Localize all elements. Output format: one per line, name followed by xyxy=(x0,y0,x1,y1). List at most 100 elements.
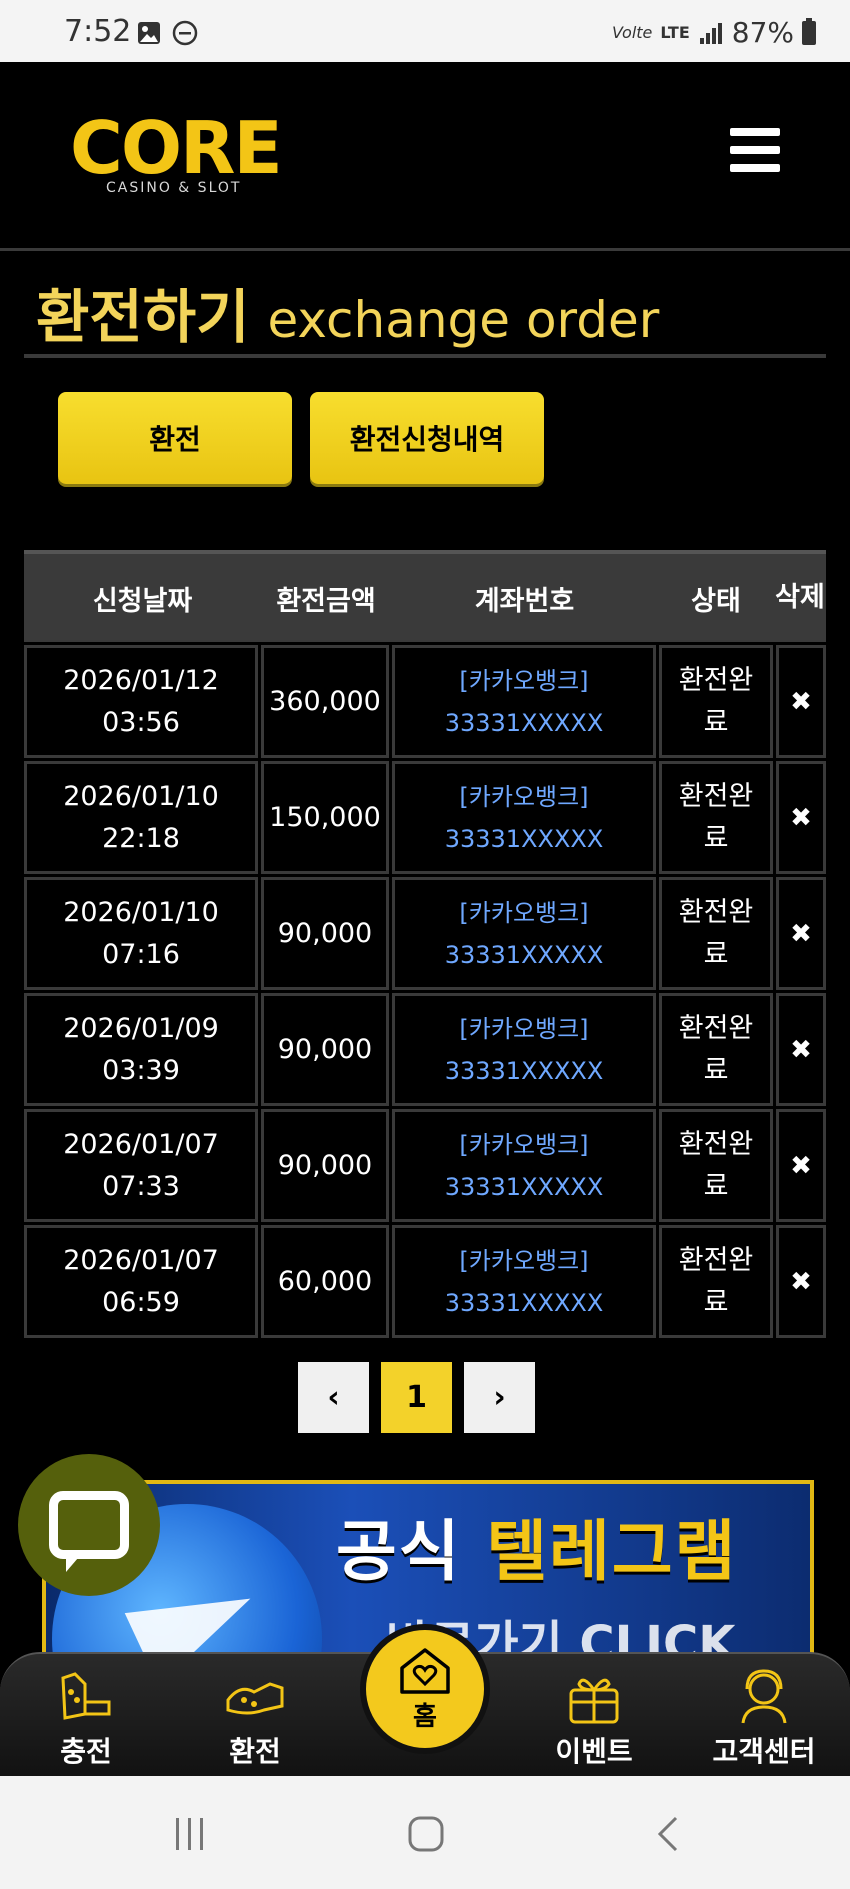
nav-events[interactable]: 이벤트 xyxy=(534,1664,654,1770)
core-logo[interactable]: CORE CASINO & SLOT xyxy=(70,112,290,202)
row-account: 33331XXXXX xyxy=(444,1172,604,1201)
signal-icon xyxy=(699,22,722,44)
nav-exchange[interactable]: 환전 xyxy=(195,1664,315,1770)
home-system-icon[interactable] xyxy=(406,1814,446,1854)
row-date: 2026/01/10 xyxy=(63,896,219,928)
page-title-korean: 환전하기 xyxy=(36,283,250,351)
header-delete: 삭제 xyxy=(775,582,825,613)
row-bank: [카카오뱅크] xyxy=(459,1014,589,1043)
row-amount: 60,000 xyxy=(277,1265,373,1297)
row-amount: 360,000 xyxy=(269,685,381,717)
exchange-icon xyxy=(226,1682,284,1715)
table-row: 2026/01/10 07:16 90,000 [카카오뱅크] 33331XXXXX… xyxy=(24,877,826,990)
nav-deposit-label: 충전 xyxy=(60,1735,112,1768)
pagination: ‹ 1 › xyxy=(298,1362,535,1433)
nav-events-label: 이벤트 xyxy=(555,1735,633,1768)
row-amount: 150,000 xyxy=(269,801,381,833)
row-date: 2026/01/09 xyxy=(63,1012,219,1044)
row-bank: [카카오뱅크] xyxy=(459,898,589,927)
row-time: 22:18 xyxy=(102,822,180,854)
status-bar: 7:52 Volte LTE 87% xyxy=(0,0,850,62)
exchange-history-tab-button[interactable]: 환전신청내역 xyxy=(310,392,544,484)
delete-icon[interactable]: ✖ xyxy=(790,1029,812,1071)
row-date: 2026/01/12 xyxy=(63,664,219,696)
table-row: 2026/01/10 22:18 150,000 [카카오뱅크] 33331XXXX… xyxy=(24,761,826,874)
table-row: 2026/01/09 03:39 90,000 [카카오뱅크] 33331XXXXX… xyxy=(24,993,826,1106)
row-status: 환전완료 xyxy=(678,780,754,854)
row-bank: [카카오뱅크] xyxy=(459,782,589,811)
row-status: 환전완료 xyxy=(678,1128,754,1202)
battery-percent: 87% xyxy=(731,16,794,49)
do-not-disturb-icon xyxy=(172,20,198,46)
row-account: 33331XXXXX xyxy=(444,824,604,853)
row-date: 2026/01/07 xyxy=(63,1244,219,1276)
delete-icon[interactable]: ✖ xyxy=(790,797,812,839)
support-icon xyxy=(741,1669,787,1724)
title-divider xyxy=(24,354,826,358)
header-amount: 환전금액 xyxy=(276,585,376,617)
chat-button[interactable] xyxy=(18,1454,160,1596)
gallery-icon xyxy=(138,22,160,44)
banner-title-white: 공식 xyxy=(336,1513,487,1590)
page-title: 환전하기 exchange order xyxy=(36,270,659,354)
deposit-icon xyxy=(61,1672,111,1720)
row-date: 2026/01/10 xyxy=(63,780,219,812)
delete-icon[interactable]: ✖ xyxy=(790,1261,812,1303)
system-navigation-bar xyxy=(0,1776,850,1889)
network-label: LTE xyxy=(660,23,690,42)
row-account: 33331XXXXX xyxy=(444,1056,604,1085)
row-account: 33331XXXXX xyxy=(444,1288,604,1317)
volte-label: Volte xyxy=(612,23,653,42)
table-row: 2026/01/07 07:33 90,000 [카카오뱅크] 33331XXXXX… xyxy=(24,1109,826,1222)
exchange-history-table: 신청날짜 환전금액 계좌번호 상태 삭제 2026/01/12 03:56 360… xyxy=(24,550,826,1338)
delete-icon[interactable]: ✖ xyxy=(790,681,812,723)
nav-home-label: 홈 xyxy=(413,1701,437,1732)
row-amount: 90,000 xyxy=(277,917,373,949)
logo-text: CORE xyxy=(70,106,283,190)
row-bank: [카카오뱅크] xyxy=(459,1246,589,1275)
battery-icon xyxy=(802,17,816,45)
page-1-button[interactable]: 1 xyxy=(381,1362,452,1433)
recent-apps-icon[interactable] xyxy=(170,1814,210,1854)
delete-icon[interactable]: ✖ xyxy=(790,1145,812,1187)
nav-support[interactable]: 고객센터 xyxy=(704,1664,824,1770)
row-amount: 90,000 xyxy=(277,1149,373,1181)
page-title-english: exchange order xyxy=(267,291,660,349)
row-status: 환전완료 xyxy=(678,664,754,738)
delete-icon[interactable]: ✖ xyxy=(790,913,812,955)
hamburger-menu-icon[interactable] xyxy=(730,128,780,172)
banner-title-yellow: 텔레그램 xyxy=(486,1513,738,1590)
row-time: 07:33 xyxy=(102,1170,180,1202)
row-status: 환전완료 xyxy=(678,1244,754,1318)
row-time: 03:39 xyxy=(102,1054,180,1086)
row-status: 환전완료 xyxy=(678,896,754,970)
row-time: 03:56 xyxy=(102,706,180,738)
nav-exchange-label: 환전 xyxy=(229,1735,281,1768)
row-status: 환전완료 xyxy=(678,1012,754,1086)
row-time: 07:16 xyxy=(102,938,180,970)
prev-page-button[interactable]: ‹ xyxy=(298,1362,369,1433)
row-amount: 90,000 xyxy=(277,1033,373,1065)
header-account: 계좌번호 xyxy=(474,585,575,617)
nav-home[interactable]: 홈 xyxy=(360,1624,490,1754)
nav-support-label: 고객센터 xyxy=(712,1735,816,1768)
row-account: 33331XXXXX xyxy=(444,708,604,737)
table-row: 2026/01/07 06:59 60,000 [카카오뱅크] 33331XXXXX… xyxy=(24,1225,826,1338)
header-status: 상태 xyxy=(691,585,741,617)
banner-title: 공식 텔레그램 xyxy=(336,1498,737,1594)
row-account: 33331XXXXX xyxy=(444,940,604,969)
nav-deposit[interactable]: 충전 xyxy=(26,1664,146,1770)
gift-icon xyxy=(569,1678,619,1724)
chat-bubble-icon xyxy=(49,1491,129,1572)
row-bank: [카카오뱅크] xyxy=(459,666,589,695)
row-date: 2026/01/07 xyxy=(63,1128,219,1160)
table-row: 2026/01/12 03:56 360,000 [카카오뱅크] 33331XXXX… xyxy=(24,645,826,758)
exchange-tab-button[interactable]: 환전 xyxy=(58,392,292,484)
back-icon[interactable] xyxy=(650,1814,690,1854)
next-page-button[interactable]: › xyxy=(464,1362,535,1433)
table-header: 신청날짜 환전금액 계좌번호 상태 삭제 xyxy=(24,550,826,642)
row-time: 06:59 xyxy=(102,1286,180,1318)
status-time: 7:52 xyxy=(64,14,132,49)
row-bank: [카카오뱅크] xyxy=(459,1130,589,1159)
header-date: 신청날짜 xyxy=(92,585,193,617)
